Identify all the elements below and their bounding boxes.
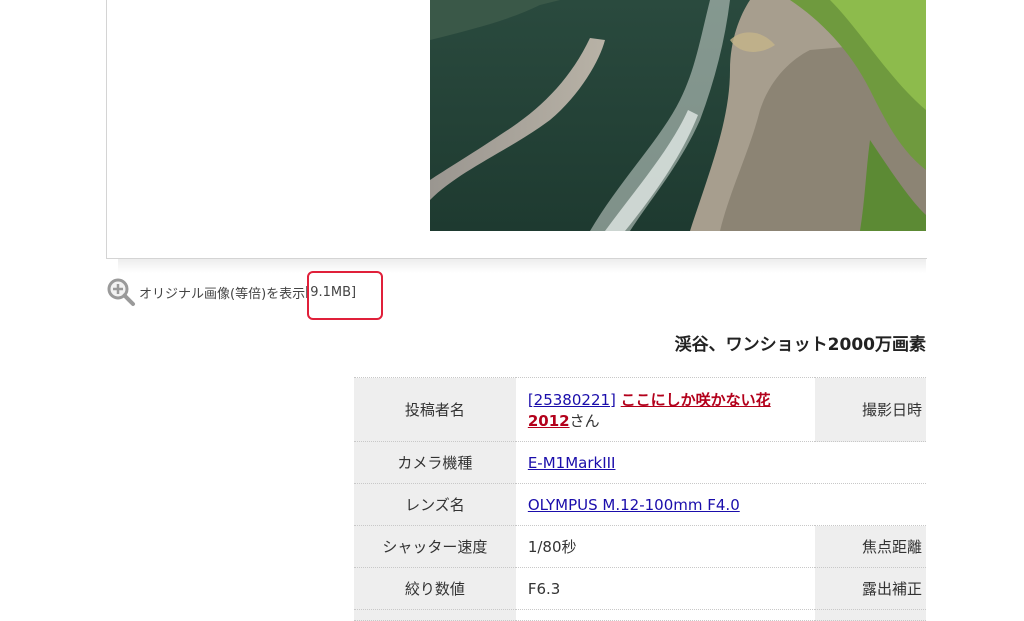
original-image-label[interactable]: オリジナル画像(等倍)を表示 — [139, 283, 305, 302]
shutter-value: 1/80秒 — [515, 525, 816, 568]
focal-length-label: 焦点距離 — [815, 525, 926, 568]
table-row-partial — [354, 609, 926, 621]
exposure-label: 露出補正 — [815, 567, 926, 610]
lens-link[interactable]: OLYMPUS M.12-100mm F4.0 — [528, 496, 740, 514]
zoom-in-icon — [107, 278, 135, 306]
poster-label: 投稿者名 — [354, 377, 516, 442]
table-row-aperture: 絞り数値 F6.3 露出補正 — [354, 567, 926, 610]
river-photo-image — [430, 0, 926, 231]
table-row-poster: 投稿者名 [25380221] ここにしか咲かない花 2012さん 撮影日時 — [354, 377, 926, 442]
main-photo[interactable] — [430, 0, 926, 231]
photo-title: 渓谷、ワンショット2000万画素 — [674, 335, 926, 355]
poster-value: [25380221] ここにしか咲かない花 2012さん — [515, 377, 816, 442]
lens-value: OLYMPUS M.12-100mm F4.0 — [515, 483, 926, 526]
shutter-label: シャッター速度 — [354, 525, 516, 568]
photo-info-table: 投稿者名 [25380221] ここにしか咲かない花 2012さん 撮影日時 カ… — [354, 377, 926, 621]
poster-name-link-a[interactable]: ここにしか咲かない花 — [621, 391, 771, 409]
frame-shadow — [118, 259, 926, 273]
poster-id-link[interactable]: [25380221] — [528, 391, 616, 409]
camera-value: E-M1MarkIII — [515, 441, 926, 484]
table-row-lens: レンズ名 OLYMPUS M.12-100mm F4.0 — [354, 483, 926, 526]
shot-date-label: 撮影日時 — [815, 377, 926, 442]
lens-label: レンズ名 — [354, 483, 516, 526]
table-row-camera: カメラ機種 E-M1MarkIII — [354, 441, 926, 484]
camera-link[interactable]: E-M1MarkIII — [528, 454, 616, 472]
table-row-shutter: シャッター速度 1/80秒 焦点距離 — [354, 525, 926, 568]
poster-suffix: さん — [569, 411, 600, 430]
poster-name-link-b[interactable]: 2012 — [528, 412, 570, 430]
camera-label: カメラ機種 — [354, 441, 516, 484]
aperture-value: F6.3 — [515, 567, 816, 610]
file-size-highlight — [307, 271, 383, 320]
aperture-label: 絞り数値 — [354, 567, 516, 610]
